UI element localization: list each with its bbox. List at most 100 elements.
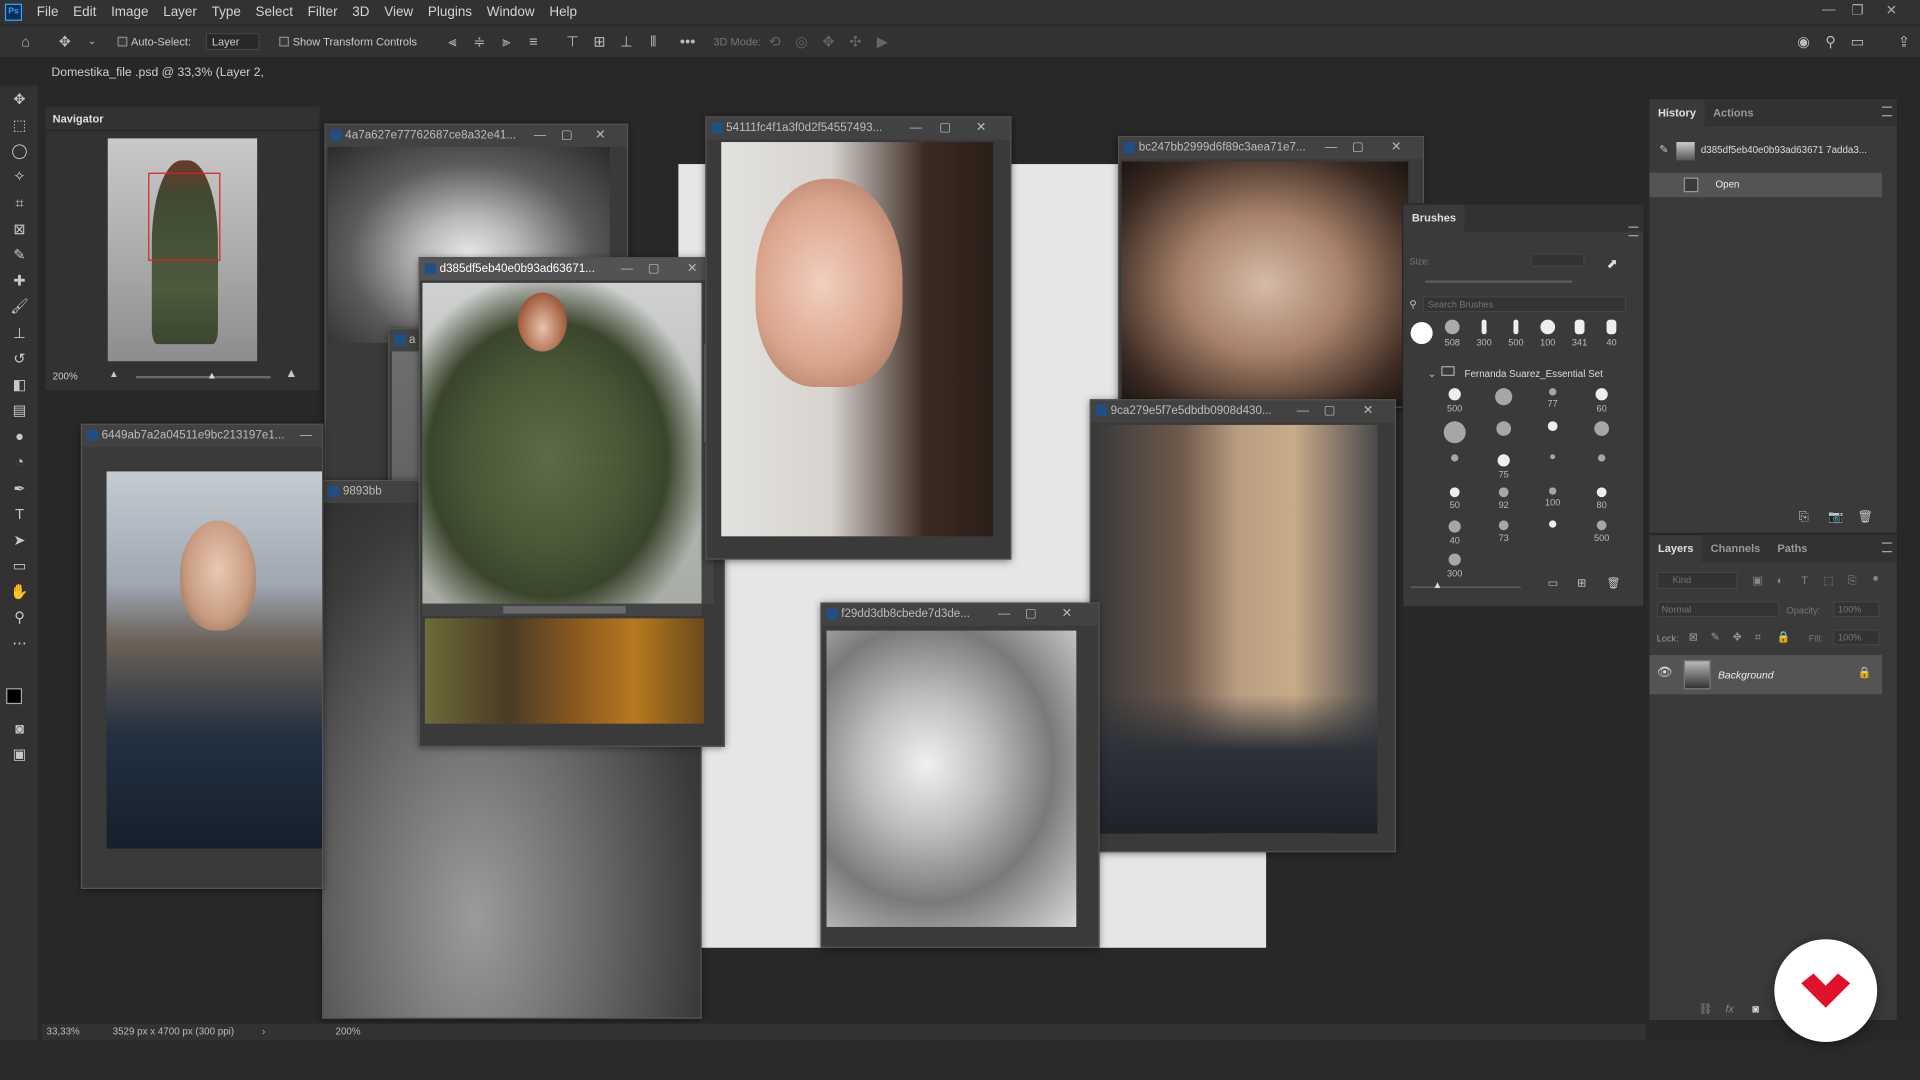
brush-preset[interactable]: 50 <box>1440 487 1469 511</box>
brush-preset-round[interactable] <box>1410 322 1433 345</box>
new-brush-icon[interactable]: ⬈ <box>1607 256 1618 272</box>
lock-all-icon[interactable]: 🔒 <box>1777 631 1791 644</box>
brush-folder-name[interactable]: Fernanda Suarez_Essential Set <box>1465 369 1603 380</box>
status-expand-icon[interactable]: › <box>262 1024 265 1041</box>
menu-help[interactable]: Help <box>542 5 584 20</box>
document-canvas[interactable]: Navigator 200% ▲ ▲ ▲ 4a7a627e77762687ce8… <box>41 85 1646 1024</box>
menu-plugins[interactable]: Plugins <box>421 5 480 20</box>
brush-preset[interactable] <box>1587 454 1616 464</box>
opacity-input[interactable]: 100% <box>1833 601 1880 618</box>
account-icon[interactable]: ◉ <box>1795 33 1812 50</box>
lock-artboard-icon[interactable]: ⌗ <box>1755 631 1761 644</box>
brush-preset[interactable] <box>1489 388 1518 408</box>
lasso-icon[interactable]: ◯ <box>9 140 31 162</box>
maximize-icon[interactable]: ▢ <box>648 258 660 280</box>
home-icon[interactable]: ⌂ <box>17 33 34 50</box>
floating-window-2[interactable]: 54111fc4f1a3f0d2f54557493... — ▢ ✕ <box>705 116 1012 560</box>
close-icon[interactable]: ✕ <box>1062 604 1072 626</box>
menu-window[interactable]: Window <box>479 5 542 20</box>
align-left-icon[interactable]: ⫷ <box>444 33 461 50</box>
gradient-icon[interactable]: ▤ <box>9 399 31 421</box>
workspace-icon[interactable]: ▭ <box>1849 33 1866 50</box>
path-selection-icon[interactable]: ➤ <box>9 529 31 551</box>
actions-tab[interactable]: Actions <box>1705 99 1763 126</box>
navigator-thumbnail[interactable] <box>107 138 258 362</box>
floating-window-7[interactable]: 9ca279e5f7e5dbdb0908d430... — ▢ ✕ <box>1089 399 1396 853</box>
new-brush-preset-icon[interactable]: ⊞ <box>1577 577 1586 590</box>
floating-window-active[interactable]: d385df5eb40e0b93ad63671... — ▢ ✕ <box>418 257 725 747</box>
filter-smart-object-icon[interactable]: ⎘ <box>1848 574 1857 587</box>
search-icon[interactable]: ⚲ <box>1822 33 1839 50</box>
align-top-icon[interactable]: ⊤ <box>564 33 581 50</box>
brush-preset[interactable]: 60 <box>1587 388 1616 414</box>
layer-row-background[interactable]: 👁 Background 🔒 <box>1649 655 1883 695</box>
3d-roll-icon[interactable]: ◎ <box>793 33 810 50</box>
brushes-tab[interactable]: Brushes <box>1403 204 1465 232</box>
close-icon[interactable]: ✕ <box>595 125 605 147</box>
brush-preset[interactable]: 40 <box>1440 520 1469 546</box>
move-icon[interactable]: ✥ <box>9 88 31 110</box>
layer-name[interactable]: Background <box>1718 669 1774 681</box>
lock-pixels-icon[interactable]: ✎ <box>1711 631 1720 644</box>
zoom-slider-handle-icon[interactable]: ▲ <box>207 370 217 381</box>
close-icon[interactable]: ✕ <box>687 258 697 280</box>
brush-preset[interactable]: 300 <box>1440 553 1469 579</box>
layer-select[interactable]: Layer <box>205 33 260 51</box>
close-icon[interactable]: ✕ <box>1363 400 1373 422</box>
minimize-icon[interactable]: — <box>910 118 922 140</box>
maximize-icon[interactable]: ▢ <box>1324 400 1336 422</box>
zoom-icon[interactable]: ⚲ <box>9 606 31 628</box>
brush-preset[interactable] <box>1587 421 1616 438</box>
blur-icon[interactable]: ● <box>9 425 31 447</box>
menu-image[interactable]: Image <box>104 5 156 20</box>
menu-3d[interactable]: 3D <box>345 5 377 20</box>
hand-icon[interactable]: ✋ <box>9 580 31 602</box>
distribute-vertical-icon[interactable]: ⦀ <box>645 33 662 50</box>
filter-toggle-icon[interactable]: ● <box>1872 572 1879 584</box>
more-options-icon[interactable]: ••• <box>679 33 696 50</box>
screen-mode-icon[interactable]: ▣ <box>9 743 31 765</box>
fill-input[interactable]: 100% <box>1833 629 1880 646</box>
auto-select-checkbox[interactable] <box>117 36 128 47</box>
minimize-window-icon[interactable]: — <box>1822 2 1835 17</box>
layer-kind-filter[interactable]: Kind <box>1656 571 1738 589</box>
brush-preset[interactable]: 500 <box>1587 520 1616 544</box>
brush-preset[interactable]: 500 <box>1440 388 1469 414</box>
minimize-icon[interactable]: — <box>1297 400 1309 422</box>
navigator-zoom-value[interactable]: 200% <box>53 371 78 382</box>
history-brush-icon[interactable]: ↺ <box>9 348 31 370</box>
brush-preview-slider[interactable] <box>1410 586 1521 588</box>
navigator-view-box[interactable] <box>148 172 221 261</box>
align-right-icon[interactable]: ⫸ <box>498 33 515 50</box>
marquee-icon[interactable]: ⬚ <box>9 114 31 136</box>
lock-position-icon[interactable]: ✥ <box>1733 631 1742 644</box>
floating-window-8[interactable]: f29dd3db8cbede7d3de... — ▢ ✕ <box>820 602 1100 948</box>
quick-mask-icon[interactable]: ◙ <box>9 718 31 740</box>
menu-edit[interactable]: Edit <box>66 5 104 20</box>
close-icon[interactable]: ✕ <box>1391 137 1401 159</box>
close-icon[interactable]: ✕ <box>976 118 986 140</box>
new-document-from-state-icon[interactable]: ⎘ <box>1799 511 1809 524</box>
align-center-icon[interactable]: ≑ <box>471 33 488 50</box>
maximize-icon[interactable]: ▢ <box>1025 604 1037 626</box>
document-tab[interactable]: Domestika_file .psd @ 33,3% (Layer 2, RG… <box>44 61 321 104</box>
fx-icon[interactable]: fx <box>1725 1003 1734 1015</box>
more-tools-icon[interactable]: ⋯ <box>9 632 31 654</box>
brush-preset[interactable]: 92 <box>1489 487 1518 511</box>
zoom-in-icon[interactable]: ▲ <box>285 367 297 380</box>
blend-mode-select[interactable]: Normal <box>1656 601 1780 618</box>
menu-file[interactable]: File <box>29 5 65 20</box>
history-step-open[interactable]: Open <box>1649 172 1883 198</box>
restore-window-icon[interactable]: ❐ <box>1851 2 1863 19</box>
brush-preset[interactable]: 75 <box>1489 454 1518 480</box>
maximize-icon[interactable]: ▢ <box>1352 137 1364 159</box>
brush-preset[interactable] <box>1538 421 1567 433</box>
3d-pan-icon[interactable]: ✥ <box>820 33 837 50</box>
navigator-zoom-slider[interactable] <box>135 375 271 379</box>
clone-stamp-icon[interactable]: ⊥ <box>9 322 31 344</box>
brush-preset[interactable] <box>1538 520 1567 530</box>
minimize-icon[interactable]: — <box>1325 137 1337 159</box>
lock-transparent-icon[interactable]: ⊠ <box>1689 631 1698 644</box>
brush-icon[interactable]: 🖌 <box>9 295 31 317</box>
dodge-icon[interactable]: ◔ <box>9 451 31 473</box>
